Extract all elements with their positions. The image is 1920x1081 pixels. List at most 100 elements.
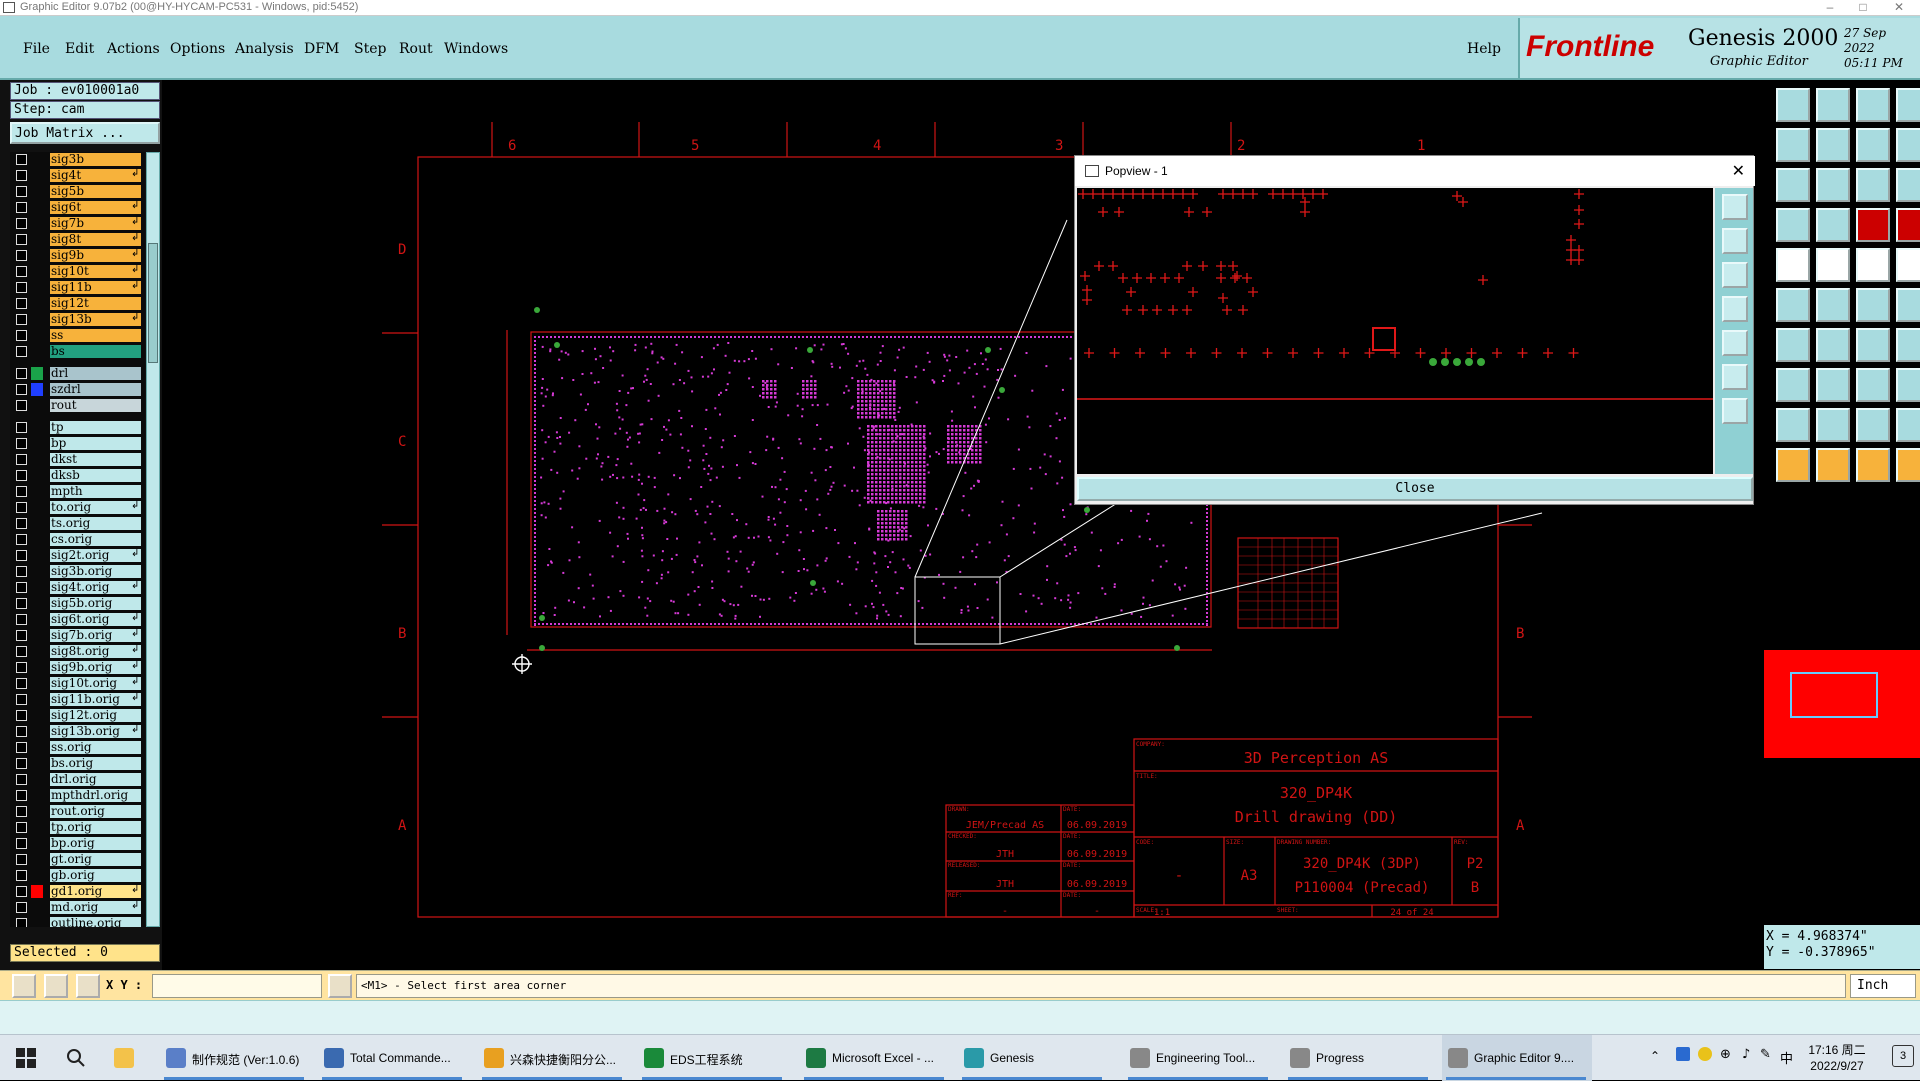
layer-row[interactable]: drl.orig — [10, 772, 145, 787]
select-icon[interactable] — [1776, 448, 1810, 482]
align-icon[interactable] — [1856, 368, 1890, 402]
layer-display-checkbox[interactable] — [16, 790, 27, 801]
popview-zoom-out-icon[interactable] — [1722, 228, 1748, 254]
pan-icon[interactable] — [1816, 168, 1850, 202]
layer-display-checkbox[interactable] — [16, 486, 27, 497]
layer-display-checkbox[interactable] — [16, 314, 27, 325]
menu-actions[interactable]: Actions — [107, 41, 160, 57]
layer-display-checkbox[interactable] — [16, 438, 27, 449]
layer-row[interactable]: sig3b.orig — [10, 564, 145, 579]
popview-center-icon[interactable] — [1722, 364, 1748, 390]
tri-alt-icon[interactable] — [1896, 408, 1920, 442]
layer-row[interactable]: md.orig ↲ — [10, 900, 145, 915]
popview-canvas[interactable] — [1077, 188, 1713, 474]
bluetooth-icon[interactable] — [1676, 1047, 1690, 1061]
close-window-button[interactable]: ✕ — [1884, 0, 1914, 15]
window-icon[interactable] — [1896, 88, 1920, 122]
start-button[interactable] — [8, 1035, 44, 1081]
layer-display-checkbox[interactable] — [16, 566, 27, 577]
layer-name[interactable]: tp — [50, 421, 141, 434]
pointer-icon[interactable] — [1856, 448, 1890, 482]
cursor-snap-icon[interactable] — [1896, 448, 1920, 482]
layer-name[interactable]: sig6t — [50, 201, 141, 214]
layer-display-checkbox[interactable] — [16, 234, 27, 245]
minus-icon[interactable] — [1816, 368, 1850, 402]
layer-row[interactable]: tp.orig — [10, 820, 145, 835]
layer-row[interactable]: sig2t.orig ↲ — [10, 548, 145, 563]
rect-pad-icon[interactable] — [1776, 368, 1810, 402]
fit-icon[interactable] — [1776, 168, 1810, 202]
layer-name[interactable]: bs.orig — [50, 757, 141, 770]
notification-center-icon[interactable]: 3 — [1892, 1045, 1914, 1067]
layer-name[interactable]: sig3b.orig — [50, 565, 141, 578]
layer-row[interactable]: sig5b.orig — [10, 596, 145, 611]
scrollbar-thumb[interactable] — [148, 243, 158, 363]
menu-step[interactable]: Step — [354, 41, 386, 57]
layer-name[interactable]: sig12t.orig — [50, 709, 141, 722]
layer-name[interactable]: sig7b — [50, 217, 141, 230]
layer-row[interactable]: bs — [10, 344, 145, 359]
layer-display-checkbox[interactable] — [16, 694, 27, 705]
layer-display-checkbox[interactable] — [16, 870, 27, 881]
layer-row[interactable]: bp.orig — [10, 836, 145, 851]
home-icon[interactable] — [1856, 88, 1890, 122]
select-alt-icon[interactable] — [1816, 448, 1850, 482]
menu-analysis[interactable]: Analysis — [235, 41, 294, 57]
layer-name[interactable]: sig9b — [50, 249, 141, 262]
line-icon[interactable] — [1816, 248, 1850, 282]
layer-row[interactable]: rout.orig — [10, 804, 145, 819]
popview-home-icon[interactable] — [1722, 296, 1748, 322]
layer-display-checkbox[interactable] — [16, 186, 27, 197]
layer-name[interactable]: sig13b.orig — [50, 725, 141, 738]
layer-row[interactable]: sig13b.orig ↲ — [10, 724, 145, 739]
layer-display-checkbox[interactable] — [16, 582, 27, 593]
layer-row[interactable]: drl — [10, 366, 145, 381]
taskbar-app-button[interactable]: Microsoft Excel - ... — [800, 1035, 950, 1081]
layer-name[interactable]: sig6t.orig — [50, 613, 141, 626]
open-icon[interactable] — [1776, 88, 1810, 122]
alert-icon[interactable] — [328, 974, 352, 998]
layer-display-checkbox[interactable] — [16, 710, 27, 721]
layer-display-checkbox[interactable] — [16, 454, 27, 465]
layer-row[interactable]: sig11b ↲ — [10, 280, 145, 295]
popview-fit-icon[interactable] — [1722, 330, 1748, 356]
layer-name[interactable]: sig2t.orig — [50, 549, 141, 562]
popview-pan-icon[interactable] — [1722, 262, 1748, 288]
popview-refresh-icon[interactable] — [1722, 398, 1748, 424]
grid-mode-icon[interactable] — [76, 974, 100, 998]
taskbar-app-button[interactable]: Engineering Tool... — [1124, 1035, 1274, 1081]
layer-name[interactable]: rout — [50, 399, 141, 412]
group-icon[interactable] — [1896, 368, 1920, 402]
layer-row[interactable]: cs.orig — [10, 532, 145, 547]
shape-icon[interactable] — [1896, 328, 1920, 362]
layer-row[interactable]: rout — [10, 398, 145, 413]
triangle-icon[interactable] — [1776, 408, 1810, 442]
layer-name[interactable]: cs.orig — [50, 533, 141, 546]
layer-row[interactable]: mpthdrl.orig — [10, 788, 145, 803]
settings-icon[interactable] — [1776, 208, 1810, 242]
layer-name[interactable]: md.orig — [50, 901, 141, 914]
layer-name[interactable]: gd1.orig — [50, 885, 141, 898]
layer-display-checkbox[interactable] — [16, 470, 27, 481]
layer-display-checkbox[interactable] — [16, 502, 27, 513]
layer-display-checkbox[interactable] — [16, 726, 27, 737]
layer-display-checkbox[interactable] — [16, 774, 27, 785]
layer-row[interactable]: sig12t.orig — [10, 708, 145, 723]
layer-name[interactable]: mpth — [50, 485, 141, 498]
menu-windows[interactable]: Windows — [444, 41, 508, 57]
node-icon[interactable] — [1776, 288, 1810, 322]
file-explorer-button[interactable] — [108, 1035, 144, 1081]
save-icon[interactable] — [1816, 88, 1850, 122]
zoom-icon[interactable] — [1776, 128, 1810, 162]
layer-row[interactable]: to.orig ↲ — [10, 500, 145, 515]
minimize-button[interactable]: – — [1815, 0, 1845, 15]
layer-name[interactable]: gb.orig — [50, 869, 141, 882]
layer-name[interactable]: sig10t — [50, 265, 141, 278]
layer-display-checkbox[interactable] — [16, 854, 27, 865]
layer-name[interactable]: ts.orig — [50, 517, 141, 530]
layer-name[interactable]: sig8t.orig — [50, 645, 141, 658]
network-icon[interactable]: ⊕ — [1720, 1047, 1731, 1062]
layer-row[interactable]: ss — [10, 328, 145, 343]
taskbar-app-button[interactable]: Genesis — [958, 1035, 1108, 1081]
ruler-icon[interactable] — [1856, 248, 1890, 282]
